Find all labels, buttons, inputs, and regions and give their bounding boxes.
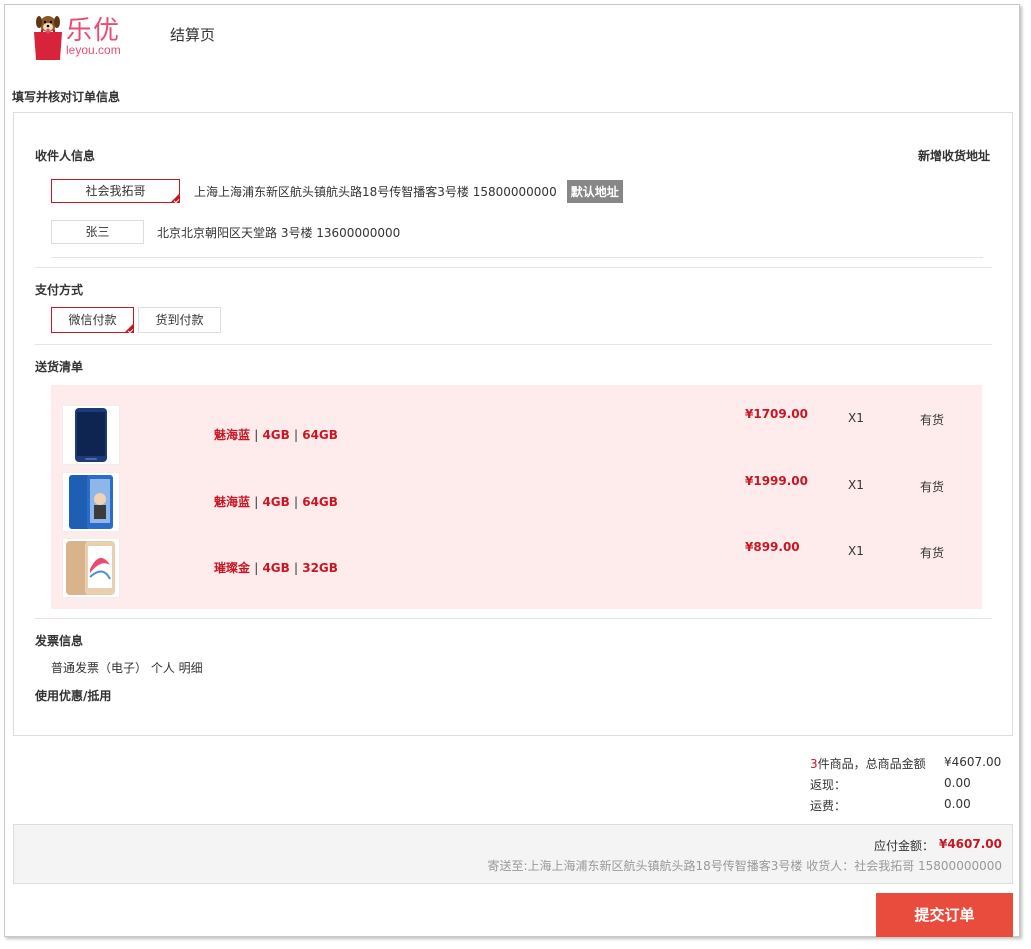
spec-color: 魅海蓝 — [214, 428, 251, 442]
spec-separator: | — [293, 495, 299, 509]
divider — [35, 267, 992, 268]
order-info-box: 收件人信息 新增收货地址 社会我拓哥 上海上海浦东新区航头镇航头路18号传智播客… — [13, 112, 1013, 736]
address-detail: 北京北京朝阳区天堂路 3号楼 13600000000 — [157, 225, 401, 240]
pay-cod-button[interactable]: 货到付款 — [138, 307, 221, 333]
payable-box: 应付金额： ¥4607.00 寄送至:上海上海浦东新区航头镇航头路18号传智播客… — [13, 824, 1013, 884]
logo-domain: leyou.com — [66, 43, 121, 57]
section-title: 填写并核对订单信息 — [12, 90, 121, 104]
address-name-label: 社会我拓哥 — [85, 184, 146, 198]
spec-ram: 4GB — [262, 428, 290, 442]
invoice-detail[interactable]: 普通发票（电子） 个人 明细 — [51, 659, 203, 676]
header: 乐优 leyou.com 结算页 — [30, 10, 430, 64]
blue-phone-icon — [75, 408, 107, 462]
spec-rom: 64GB — [302, 428, 338, 442]
goods-qty: X1 — [848, 544, 864, 558]
goods-qty: X1 — [848, 478, 864, 492]
payment-title: 支付方式 — [35, 283, 84, 297]
goods-stock: 有货 — [920, 413, 945, 427]
spec-rom: 32GB — [302, 561, 338, 575]
blue-phone-icon — [69, 475, 113, 529]
divider — [51, 257, 983, 258]
coupon-title[interactable]: 使用优惠/抵用 — [35, 687, 111, 704]
cashback-label: 返现： — [810, 778, 847, 792]
goods-item: 魅海蓝 | 4GB | 64GB ¥1999.00 X1 有货 — [51, 472, 982, 532]
spec-separator: | — [293, 561, 299, 575]
page-title: 结算页 — [170, 26, 216, 44]
submit-order-button[interactable]: 提交订单 — [876, 893, 1013, 937]
shipping-label: 运费： — [810, 799, 847, 813]
gold-phone-icon — [66, 541, 115, 595]
address-name-button[interactable]: 张三 — [51, 220, 144, 244]
summary-cashback: 返现： 0.00 — [810, 776, 971, 793]
spec-separator: | — [293, 428, 299, 442]
payable-label: 应付金额： — [873, 839, 934, 853]
goods-total-value: ¥4607.00 — [944, 755, 1002, 769]
goods-price: ¥899.00 — [745, 540, 800, 554]
product-thumbnail[interactable] — [62, 405, 120, 465]
spec-separator: | — [254, 495, 259, 509]
spec-separator: | — [254, 561, 259, 575]
logo[interactable]: 乐优 leyou.com — [30, 10, 130, 62]
pay-cod-label: 货到付款 — [155, 313, 204, 327]
pay-wechat-label: 微信付款 — [68, 313, 117, 327]
default-address-badge: 默认地址 — [566, 179, 623, 203]
spec-ram: 4GB — [262, 561, 290, 575]
divider — [35, 344, 992, 345]
receiver-title: 收件人信息 — [35, 149, 96, 163]
invoice-title: 发票信息 — [35, 634, 84, 648]
spec-color: 璀璨金 — [214, 561, 251, 575]
goods-spec: 魅海蓝 | 4GB | 64GB — [214, 426, 338, 443]
goods-stock: 有货 — [920, 480, 945, 494]
address-name-button[interactable]: 社会我拓哥 — [51, 179, 180, 203]
goods-count-label: 件商品，总商品金额 — [817, 757, 926, 771]
goods-price: ¥1999.00 — [745, 474, 809, 488]
spec-ram: 4GB — [262, 495, 290, 509]
ship-to-info: 寄送至:上海上海浦东新区航头镇航头路18号传智播客3号楼 收货人：社会我拓哥 1… — [487, 859, 1002, 873]
goods-item: 璀璨金 | 4GB | 32GB ¥899.00 X1 有货 — [51, 538, 982, 598]
logo-brand: 乐优 — [66, 16, 121, 46]
goods-stock: 有货 — [920, 546, 945, 560]
spec-rom: 64GB — [302, 495, 338, 509]
goods-qty: X1 — [848, 411, 864, 425]
summary-shipping: 运费： 0.00 — [810, 797, 971, 814]
address-row: 张三 北京北京朝阳区天堂路 3号楼 13600000000 — [51, 220, 400, 244]
address-row-default: 社会我拓哥 上海上海浦东新区航头镇航头路18号传智播客3号楼 158000000… — [51, 179, 623, 203]
shipping-value: 0.00 — [944, 797, 971, 811]
cashback-value: 0.00 — [944, 776, 971, 790]
goods-price: ¥1709.00 — [745, 407, 809, 421]
address-detail: 上海上海浦东新区航头镇航头路18号传智播客3号楼 15800000000 — [194, 184, 557, 199]
goods-list: 魅海蓝 | 4GB | 64GB ¥1709.00 X1 有货 魅海蓝 | 4G… — [51, 385, 982, 609]
delivery-title: 送货清单 — [35, 360, 84, 374]
add-address-link[interactable]: 新增收货地址 — [918, 147, 990, 164]
goods-count: 3 — [810, 757, 818, 771]
payable-value: ¥4607.00 — [938, 837, 1002, 851]
spec-separator: | — [254, 428, 259, 442]
goods-spec: 魅海蓝 | 4GB | 64GB — [214, 493, 338, 510]
selected-check-icon — [124, 323, 134, 333]
summary-goods-total: 3件商品，总商品金额 ¥4607.00 — [810, 755, 1001, 772]
product-thumbnail[interactable] — [62, 538, 120, 598]
selected-check-icon — [170, 193, 180, 203]
logo-dog-icon — [34, 16, 62, 60]
product-thumbnail[interactable] — [62, 472, 120, 532]
goods-item: 魅海蓝 | 4GB | 64GB ¥1709.00 X1 有货 — [51, 405, 982, 465]
divider — [35, 618, 992, 619]
spec-color: 魅海蓝 — [214, 495, 251, 509]
address-name-label: 张三 — [85, 225, 110, 239]
pay-wechat-button[interactable]: 微信付款 — [51, 307, 134, 333]
goods-spec: 璀璨金 | 4GB | 32GB — [214, 559, 338, 576]
